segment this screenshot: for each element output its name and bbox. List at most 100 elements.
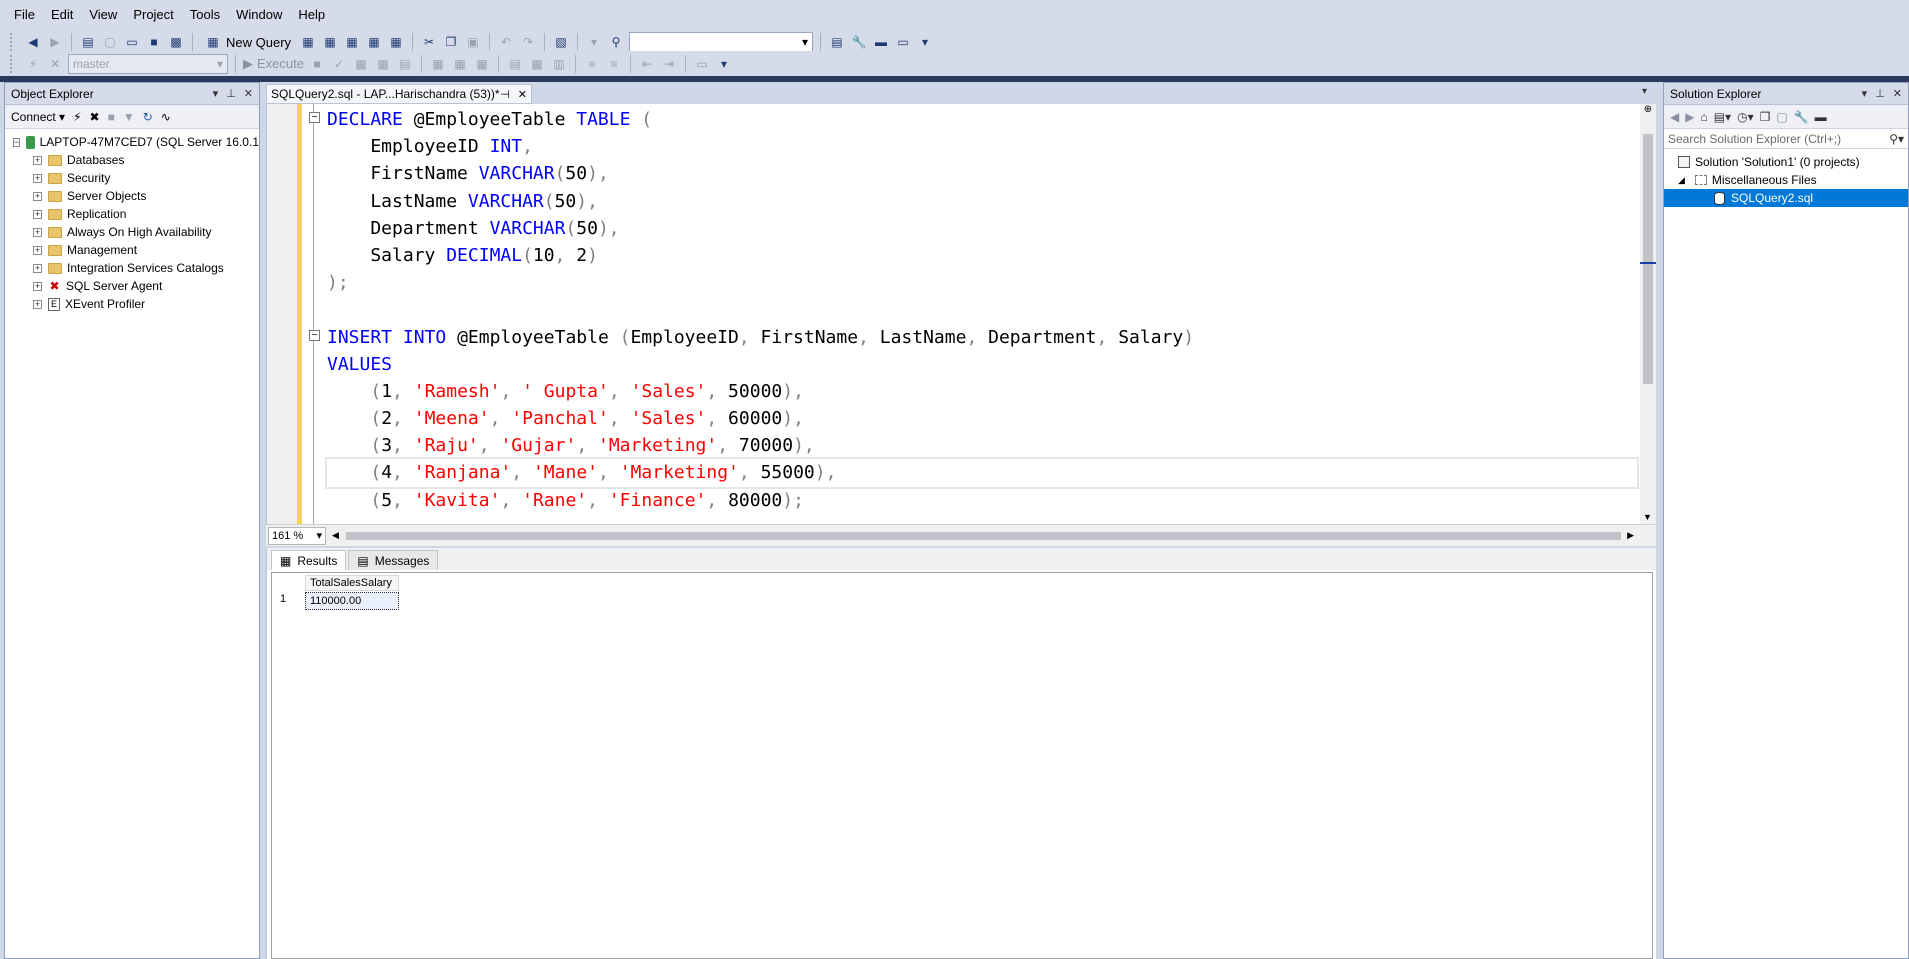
query-options-icon[interactable]: ▤ [396,55,414,73]
editor-vertical-scrollbar[interactable]: ⊕ ▼ [1640,104,1656,524]
scroll-right-icon[interactable]: ▶ [1627,530,1634,541]
dropdown-arrow-icon[interactable]: ▾ [585,33,603,51]
tree-node-sqlquery2[interactable]: SQLQuery2.sql [1664,189,1908,207]
results-to-file-icon[interactable]: ▥ [550,55,568,73]
collapse-icon[interactable]: − [309,112,320,123]
switch-views-icon[interactable]: ▤▾ [1714,110,1731,124]
results-to-grid-icon[interactable]: ▦ [528,55,546,73]
tree-node-misc-files[interactable]: ◢ Miscellaneous Files [1664,171,1908,189]
disconnect-icon[interactable]: ✕ [46,55,64,73]
row-number[interactable]: 1 [280,593,286,605]
expand-icon[interactable]: + [33,299,42,309]
properties-wrench-icon[interactable]: 🔧 [1794,110,1809,124]
activity-monitor-icon[interactable]: ▧ [552,33,570,51]
back-icon[interactable]: ◀ [24,33,42,51]
horizontal-scroll-thumb[interactable] [346,532,1621,540]
connect-plug-icon[interactable]: ⚡ [73,110,81,124]
collapse-icon[interactable]: − [13,137,21,147]
query-designer-icon[interactable]: ▦ [374,55,392,73]
tree-node-databases[interactable]: + Databases [5,151,259,169]
tab-list-dropdown-icon[interactable]: ▾ [1642,86,1647,97]
copy-icon[interactable]: ❐ [442,33,460,51]
results-grid[interactable]: TotalSalesSalary 1 110000.00 [271,572,1653,959]
menu-project[interactable]: Project [125,7,181,22]
tab-messages[interactable]: ▤ Messages [348,550,439,570]
tree-node-always-on[interactable]: + Always On High Availability [5,223,259,241]
database-engine-query-icon[interactable]: ▦ [299,33,317,51]
close-icon[interactable]: ✕ [1893,87,1902,100]
properties-wrench-icon[interactable]: 🔧 [850,33,868,51]
forward-icon[interactable]: ▶ [1685,110,1694,124]
scroll-left-icon[interactable]: ◀ [332,530,339,541]
filter-icon[interactable]: ▼ [123,110,135,124]
uncomment-icon[interactable]: ≡ [605,55,623,73]
expand-icon[interactable]: + [33,227,42,237]
redo-icon[interactable]: ↷ [519,33,537,51]
expand-icon[interactable]: + [33,245,42,255]
cut-icon[interactable]: ✂ [420,33,438,51]
specify-values-icon[interactable]: ▭ [693,55,711,73]
tree-node-sql-server-agent[interactable]: + ✖ SQL Server Agent [5,277,259,295]
tree-node-solution[interactable]: Solution 'Solution1' (0 projects) [1664,153,1908,171]
add-item-icon[interactable]: ▢ [101,33,119,51]
comment-icon[interactable]: ≡ [583,55,601,73]
paste-icon[interactable]: ▣ [464,33,482,51]
toolbar-options-icon[interactable]: ▾ [916,33,934,51]
toolbar-grip[interactable] [10,54,16,73]
connect-button[interactable]: Connect ▾ [11,110,65,124]
window-position-icon[interactable]: ▾ [213,87,219,100]
back-icon[interactable]: ◀ [1670,110,1679,124]
expand-icon[interactable]: + [33,191,42,201]
scroll-thumb[interactable] [1643,134,1653,384]
stop-icon[interactable]: ■ [108,110,115,124]
grid-cell[interactable]: 110000.00 [305,592,399,610]
disconnect-icon[interactable]: ✖ [90,110,100,124]
mdx-query-icon[interactable]: ▦ [321,33,339,51]
forward-icon[interactable]: ▶ [46,33,64,51]
save-icon[interactable]: ■ [145,33,163,51]
available-databases-combo[interactable]: master ▾ [68,53,228,74]
find-icon[interactable]: ⚲ [607,33,625,51]
tab-results[interactable]: ▦ Results [271,550,347,570]
split-icon[interactable]: ⊕ [1640,104,1656,115]
menu-edit[interactable]: Edit [43,7,81,22]
decrease-indent-icon[interactable]: ⇤ [638,55,656,73]
tree-node-server[interactable]: − LAPTOP-47M7CED7 (SQL Server 16.0.1 [5,133,259,151]
dmx-query-icon[interactable]: ▦ [343,33,361,51]
pin-icon[interactable]: ⊥ [226,87,236,100]
toolbox-icon[interactable]: ▬ [872,33,890,51]
increase-indent-icon[interactable]: ⇥ [660,55,678,73]
close-icon[interactable]: ✕ [518,88,527,101]
parse-check-icon[interactable]: ✓ [330,55,348,73]
expand-icon[interactable]: + [33,173,42,183]
menu-window[interactable]: Window [228,7,290,22]
stop-icon[interactable]: ■ [308,55,326,73]
expand-icon[interactable]: + [33,263,42,273]
tree-node-server-objects[interactable]: + Server Objects [5,187,259,205]
connect-icon[interactable]: ⚡ [24,55,42,73]
results-to-text-icon[interactable]: ▤ [506,55,524,73]
expand-icon[interactable]: + [33,209,42,219]
xmla-query-icon[interactable]: ▦ [365,33,383,51]
menu-view[interactable]: View [81,7,125,22]
menu-help[interactable]: Help [290,7,333,22]
window-position-icon[interactable]: ▾ [1862,87,1868,100]
column-header[interactable]: TotalSalesSalary [305,575,399,591]
object-explorer-icon[interactable]: ▤ [828,33,846,51]
sql-editor[interactable]: − − DECLARE @EmployeeTable TABLE ( Emplo… [266,104,1640,524]
pending-changes-icon[interactable]: ◷▾ [1737,110,1754,124]
collapse-all-icon[interactable]: ❐ [1760,110,1771,124]
open-file-icon[interactable]: ▭ [123,33,141,51]
undo-icon[interactable]: ↶ [497,33,515,51]
toolbar-grip[interactable] [10,33,16,51]
menu-tools[interactable]: Tools [182,7,228,22]
save-all-icon[interactable]: ▩ [167,33,185,51]
expand-icon[interactable]: + [33,155,42,165]
tree-node-replication[interactable]: + Replication [5,205,259,223]
toolbar-options-icon[interactable]: ▾ [715,55,733,73]
find-combo[interactable]: ▾ [629,32,814,52]
search-icon[interactable]: ⚲▾ [1889,132,1904,146]
pin-icon[interactable]: ⊣ [500,88,510,101]
refresh-icon[interactable]: ↻ [143,110,153,124]
window-layout-icon[interactable]: ▭ [894,33,912,51]
